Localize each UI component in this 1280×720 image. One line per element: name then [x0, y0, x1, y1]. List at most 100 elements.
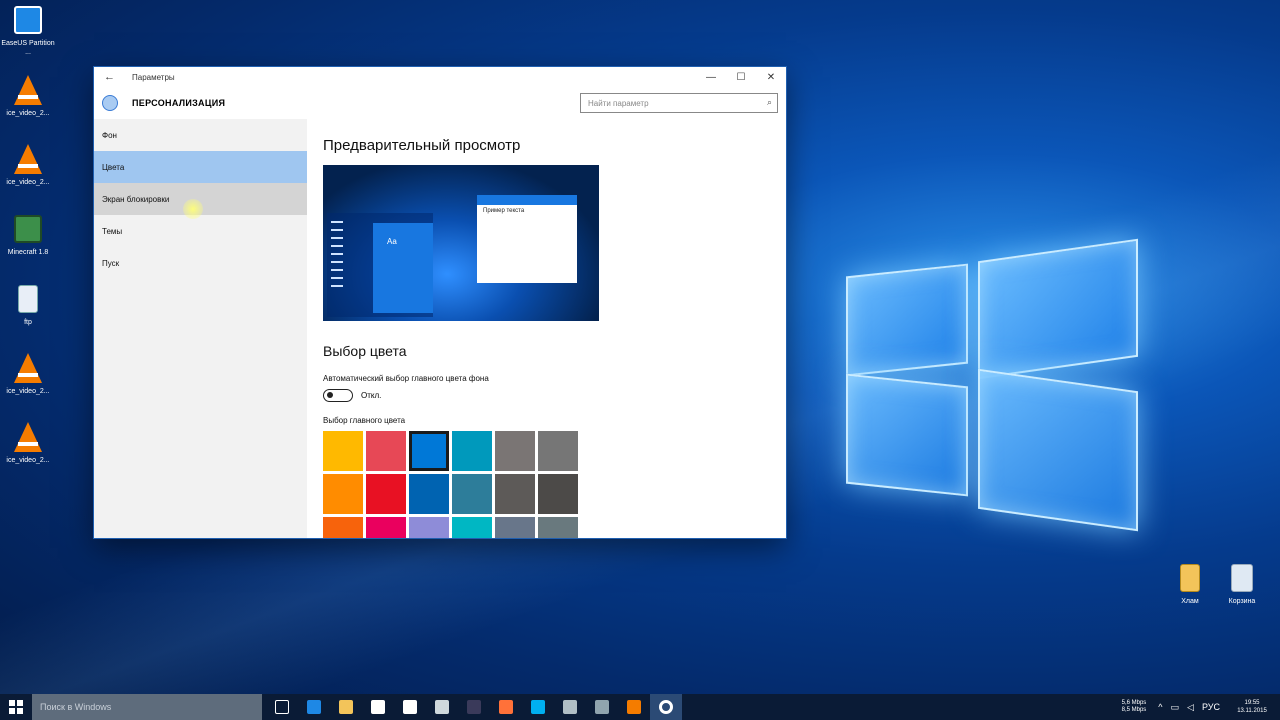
- desktop-icon-video-3[interactable]: ice_video_2...: [0, 352, 56, 396]
- preview-window: Пример текста: [477, 195, 577, 283]
- toggle-state-label: Откл.: [361, 391, 382, 400]
- minimize-button[interactable]: —: [696, 67, 726, 87]
- desktop-icon-easeus[interactable]: EaseUS Partition ...: [0, 4, 56, 57]
- desktop-icon-minecraft[interactable]: Minecraft 1.8: [0, 213, 56, 257]
- color-swatch[interactable]: [409, 474, 449, 514]
- task-view-icon[interactable]: [266, 694, 298, 720]
- taskbar: Поиск в Windows 5,6 Mbps 8,5 Mbps ^ ▭ ◁ Р…: [0, 694, 1280, 720]
- settings-window: ← Параметры — ☐ ✕ ПЕРСОНАЛИЗАЦИЯ Найти п…: [94, 67, 786, 538]
- sidebar-item-background[interactable]: Фон: [94, 119, 307, 151]
- desktop-icon-recycle-bin[interactable]: Корзина: [1214, 562, 1270, 606]
- windows-logo-wallpaper: [810, 220, 1150, 540]
- language-indicator[interactable]: РУС: [1202, 702, 1220, 712]
- color-swatch[interactable]: [409, 517, 449, 538]
- recycle-bin-icon: [1226, 562, 1258, 594]
- auto-color-toggle[interactable]: [323, 389, 353, 402]
- auto-color-label: Автоматический выбор главного цвета фона: [323, 374, 489, 383]
- minecraft-icon: [12, 213, 44, 245]
- color-swatch[interactable]: [452, 474, 492, 514]
- file-icon: [12, 283, 44, 315]
- color-swatch[interactable]: [538, 517, 578, 538]
- color-swatch[interactable]: [407, 429, 451, 473]
- color-swatch[interactable]: [495, 474, 535, 514]
- network-speed: 5,6 Mbps 8,5 Mbps: [1121, 700, 1147, 713]
- desktop-icon-label: ice_video_2...: [6, 388, 50, 395]
- desktop-icon-label: Хлам: [1181, 598, 1199, 605]
- network-icon[interactable]: ▭: [1171, 702, 1180, 713]
- main-color-label: Выбор главного цвета: [323, 416, 406, 425]
- color-swatch[interactable]: [538, 474, 578, 514]
- vlc-icon: [12, 421, 44, 453]
- back-arrow-icon[interactable]: ←: [104, 71, 122, 83]
- search-icon: ⌕: [766, 97, 772, 107]
- color-swatch-grid: [323, 429, 786, 538]
- color-swatch[interactable]: [366, 431, 406, 471]
- sidebar-item-themes[interactable]: Темы: [94, 215, 307, 247]
- app-icon[interactable]: [426, 694, 458, 720]
- desktop-icon-label: ftp: [24, 319, 32, 326]
- settings-icon[interactable]: [650, 694, 682, 720]
- network-icon[interactable]: [394, 694, 426, 720]
- desktop-icon-label: ice_video_2...: [6, 179, 50, 186]
- color-swatch[interactable]: [366, 474, 406, 514]
- clock[interactable]: 19:55 13.11.2015: [1230, 699, 1274, 715]
- desktop-icon-video-2[interactable]: ice_video_2...: [0, 143, 56, 187]
- personalization-icon: [102, 95, 118, 111]
- sidebar-item-colors[interactable]: Цвета: [94, 151, 307, 183]
- preview-heading: Предварительный просмотр: [323, 137, 521, 154]
- color-swatch[interactable]: [495, 517, 535, 538]
- windows-start-icon: [9, 700, 23, 714]
- sidebar-item-start[interactable]: Пуск: [94, 247, 307, 279]
- desktop-icon-label: ice_video_2...: [6, 110, 50, 117]
- taskbar-search-input[interactable]: Поиск в Windows: [32, 694, 262, 720]
- close-button[interactable]: ✕: [756, 67, 786, 87]
- window-title: Параметры: [132, 72, 175, 82]
- desktop-icon-video-1[interactable]: ice_video_2...: [0, 74, 56, 118]
- taskbar-apps: [266, 694, 682, 720]
- vlc-icon: [12, 352, 44, 384]
- desktop-icon-label: Корзина: [1228, 598, 1256, 605]
- explorer-icon[interactable]: [330, 694, 362, 720]
- search-input[interactable]: Найти параметр ⌕: [580, 93, 778, 113]
- color-swatch[interactable]: [323, 474, 363, 514]
- vlc-icon[interactable]: [618, 694, 650, 720]
- color-swatch[interactable]: [452, 517, 492, 538]
- app3-icon[interactable]: [586, 694, 618, 720]
- section-title: ПЕРСОНАЛИЗАЦИЯ: [132, 98, 226, 108]
- desktop-icon-video-4[interactable]: ice_video_2...: [0, 421, 56, 465]
- main-content: Предварительный просмотр Aa Пример текст…: [323, 119, 786, 538]
- sidebar: Фон Цвета Экран блокировки Темы Пуск: [94, 119, 307, 538]
- search-placeholder: Найти параметр: [588, 98, 649, 108]
- color-swatch[interactable]: [538, 431, 578, 471]
- color-swatch[interactable]: [323, 431, 363, 471]
- desktop-icon-hlam[interactable]: Хлам: [1162, 562, 1218, 606]
- color-swatch[interactable]: [495, 431, 535, 471]
- volume-icon[interactable]: ◁: [1187, 702, 1194, 713]
- color-swatch[interactable]: [452, 431, 492, 471]
- vlc-icon: [12, 143, 44, 175]
- preview-image: Aa Пример текста: [323, 165, 599, 321]
- folder-zip-icon: [1174, 562, 1206, 594]
- premiere-icon[interactable]: [458, 694, 490, 720]
- desktop-icon-label: Minecraft 1.8: [7, 249, 49, 256]
- desktop-icon-label: EaseUS Partition ...: [1, 40, 55, 56]
- start-button[interactable]: [0, 694, 32, 720]
- desktop-icon-ftp[interactable]: ftp: [0, 283, 56, 327]
- chevron-up-icon[interactable]: ^: [1158, 702, 1162, 712]
- mouse-cursor: [183, 199, 203, 219]
- firefox-icon[interactable]: [490, 694, 522, 720]
- color-heading: Выбор цвета: [323, 343, 407, 359]
- store-icon[interactable]: [362, 694, 394, 720]
- app2-icon[interactable]: [554, 694, 586, 720]
- desktop-icon-label: ice_video_2...: [6, 457, 50, 464]
- color-swatch[interactable]: [323, 517, 363, 538]
- easeus-icon: [12, 4, 44, 36]
- maximize-button[interactable]: ☐: [726, 67, 756, 87]
- color-swatch[interactable]: [366, 517, 406, 538]
- preview-tile: Aa: [373, 223, 433, 313]
- vlc-icon: [12, 74, 44, 106]
- auto-color-toggle-row: Откл.: [323, 389, 786, 402]
- edge-icon[interactable]: [298, 694, 330, 720]
- skype-icon[interactable]: [522, 694, 554, 720]
- settings-header: ПЕРСОНАЛИЗАЦИЯ Найти параметр ⌕: [94, 87, 786, 119]
